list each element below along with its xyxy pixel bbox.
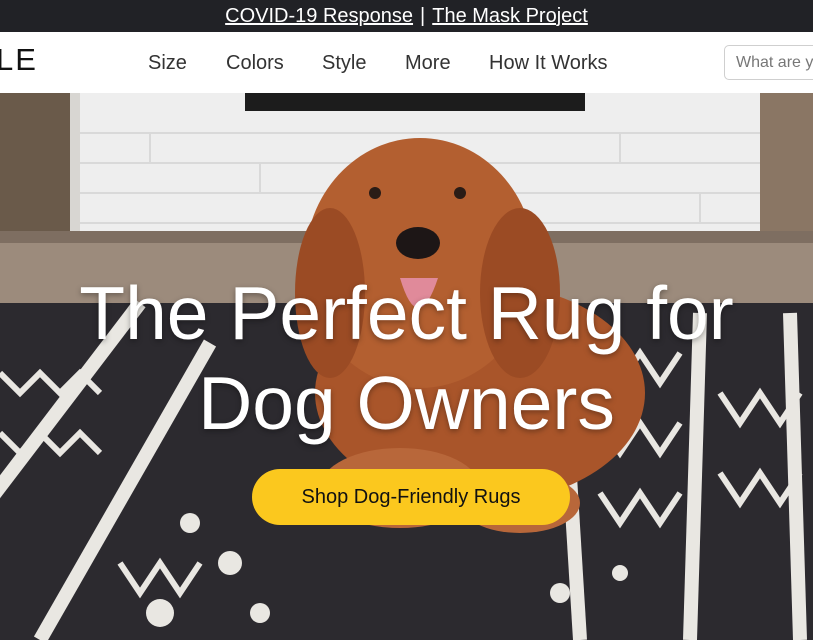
nav-more[interactable]: More bbox=[405, 52, 451, 75]
main-navigation: LE Size Colors Style More How It Works bbox=[0, 32, 813, 93]
hero-title: The Perfect Rug for Dog Owners bbox=[0, 268, 813, 448]
nav-size[interactable]: Size bbox=[148, 52, 187, 75]
announcement-bar: COVID-19 Response | The Mask Project bbox=[0, 0, 813, 32]
mask-project-link[interactable]: The Mask Project bbox=[432, 5, 588, 28]
hero-title-line2: Dog Owners bbox=[198, 361, 615, 445]
announcement-separator: | bbox=[420, 4, 426, 27]
site-logo[interactable]: LE bbox=[0, 42, 38, 78]
hero-banner: The Perfect Rug for Dog Owners Shop Dog-… bbox=[0, 93, 813, 640]
search-input[interactable] bbox=[724, 45, 813, 80]
covid-response-link[interactable]: COVID-19 Response bbox=[225, 5, 413, 28]
hero-title-line1: The Perfect Rug for bbox=[79, 271, 734, 355]
nav-how-it-works[interactable]: How It Works bbox=[489, 52, 608, 75]
nav-colors[interactable]: Colors bbox=[226, 52, 284, 75]
nav-style[interactable]: Style bbox=[322, 52, 366, 75]
shop-dog-friendly-rugs-button[interactable]: Shop Dog-Friendly Rugs bbox=[252, 469, 570, 525]
